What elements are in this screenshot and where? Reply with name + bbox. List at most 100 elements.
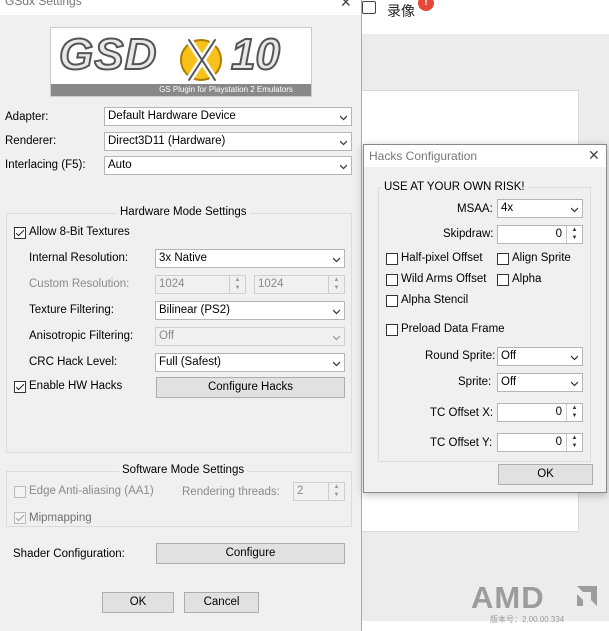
wild-arms-offset-checkbox[interactable] [386, 274, 398, 286]
crc-hack-select[interactable]: Full (Safest) [155, 353, 345, 372]
edge-aa-checkbox[interactable] [14, 486, 26, 498]
sprite-label: Sprite: [458, 376, 492, 388]
alpha-checkbox[interactable] [497, 274, 509, 286]
allow-8bit-label[interactable]: Allow 8-Bit Textures [29, 226, 130, 238]
spin-down-icon[interactable]: ▼ [567, 412, 582, 420]
logo-version-text: 10 [230, 29, 281, 80]
logo-x-icon [180, 36, 222, 84]
chevron-down-icon [333, 361, 340, 367]
alpha-label[interactable]: Alpha [512, 273, 541, 285]
record-icon[interactable] [362, 1, 376, 14]
cancel-button[interactable]: Cancel [184, 592, 259, 613]
spinner-buttons[interactable]: ▲ ▼ [566, 404, 582, 421]
rendering-threads-spinner[interactable]: 2 ▲ ▼ [293, 482, 345, 501]
custom-resolution-label: Custom Resolution: [29, 278, 130, 290]
tc-offset-x-label: TC Offset X: [430, 407, 494, 419]
rendering-threads-label: Rendering threads: [182, 486, 280, 498]
close-icon[interactable]: ✕ [340, 0, 352, 11]
skipdraw-label: Skipdraw: [443, 228, 494, 240]
wild-arms-offset-label[interactable]: Wild Arms Offset [401, 273, 486, 285]
preload-data-frame-label[interactable]: Preload Data Frame [401, 323, 505, 335]
texture-filtering-label: Texture Filtering: [29, 304, 115, 316]
spin-up-icon[interactable]: ▲ [567, 226, 582, 234]
gsdx-window-title: GSdx Settings [5, 0, 82, 8]
configure-shader-button[interactable]: Configure [156, 543, 345, 564]
texture-filtering-value: Bilinear (PS2) [159, 304, 230, 316]
adapter-select[interactable]: Default Hardware Device [104, 107, 352, 126]
logo-gsd-text: GSD [58, 29, 158, 80]
align-sprite-checkbox[interactable] [497, 253, 509, 265]
tc-offset-x-spinner[interactable]: 0 ▲ ▼ [497, 403, 583, 422]
tc-offset-x-value: 0 [555, 406, 562, 418]
round-sprite-select[interactable]: Off [497, 347, 583, 366]
edge-aa-label[interactable]: Edge Anti-aliasing (AA1) [29, 485, 154, 497]
spin-down-icon[interactable]: ▼ [567, 442, 582, 450]
tc-offset-y-value: 0 [555, 436, 562, 448]
tc-offset-y-spinner[interactable]: 0 ▲ ▼ [497, 433, 583, 452]
close-icon[interactable]: ✕ [588, 147, 600, 164]
configure-hacks-button[interactable]: Configure Hacks [156, 377, 345, 398]
msaa-select[interactable]: 4x [497, 199, 583, 218]
spinner-buttons[interactable]: ▲ ▼ [566, 226, 582, 243]
spin-up-icon[interactable]: ▲ [567, 404, 582, 412]
shader-configuration-label: Shader Configuration: [13, 548, 125, 560]
spinner-buttons[interactable]: ▲ ▼ [566, 434, 582, 451]
alpha-stencil-checkbox[interactable] [386, 295, 398, 307]
spinner-buttons[interactable]: ▲ ▼ [328, 276, 344, 293]
align-sprite-label[interactable]: Align Sprite [512, 252, 571, 264]
spin-down-icon[interactable]: ▼ [230, 284, 245, 292]
chevron-down-icon [571, 207, 578, 213]
anisotropic-select[interactable]: Off [155, 327, 345, 346]
renderer-select[interactable]: Direct3D11 (Hardware) [104, 132, 352, 151]
tc-offset-y-label: TC Offset Y: [430, 437, 493, 449]
custom-resolution-width-spinner[interactable]: 1024 ▲ ▼ [155, 275, 246, 294]
internal-resolution-value: 3x Native [159, 252, 207, 264]
round-sprite-label: Round Sprite: [425, 350, 496, 362]
crc-hack-label: CRC Hack Level: [29, 356, 118, 368]
chevron-down-icon [340, 140, 347, 146]
spin-up-icon[interactable]: ▲ [329, 276, 344, 284]
interlacing-value: Auto [108, 159, 132, 171]
internal-resolution-select[interactable]: 3x Native [155, 249, 345, 268]
enable-hw-hacks-label[interactable]: Enable HW Hacks [29, 380, 122, 392]
sprite-select[interactable]: Off [497, 373, 583, 392]
hardware-mode-title: Hardware Mode Settings [117, 206, 250, 218]
half-pixel-offset-label[interactable]: Half-pixel Offset [401, 252, 483, 264]
chevron-down-icon [340, 115, 347, 121]
mipmapping-checkbox[interactable] [14, 512, 26, 524]
chevron-down-icon [571, 355, 578, 361]
texture-filtering-select[interactable]: Bilinear (PS2) [155, 301, 345, 320]
preload-data-frame-checkbox[interactable] [386, 324, 398, 336]
record-label[interactable]: 录像 [387, 1, 415, 21]
ok-button[interactable]: OK [102, 592, 174, 613]
round-sprite-value: Off [501, 350, 517, 362]
spin-down-icon[interactable]: ▼ [329, 491, 344, 499]
half-pixel-offset-checkbox[interactable] [386, 253, 398, 265]
spin-up-icon[interactable]: ▲ [230, 276, 245, 284]
spin-down-icon[interactable]: ▼ [329, 284, 344, 292]
spin-up-icon[interactable]: ▲ [329, 483, 344, 491]
chevron-down-icon [571, 381, 578, 387]
msaa-label: MSAA: [457, 203, 493, 215]
hacks-ok-button[interactable]: OK [498, 464, 593, 485]
mipmapping-label[interactable]: Mipmapping [29, 512, 92, 524]
custom-height-value: 1024 [258, 278, 284, 290]
allow-8bit-checkbox[interactable] [14, 227, 26, 239]
spin-down-icon[interactable]: ▼ [567, 234, 582, 242]
internal-resolution-label: Internal Resolution: [29, 252, 129, 264]
amd-logo: AMD [471, 580, 545, 615]
version-text: 版本号：2.00.00.334 [490, 615, 565, 624]
alpha-stencil-label[interactable]: Alpha Stencil [401, 294, 468, 306]
skipdraw-spinner[interactable]: 0 ▲ ▼ [497, 225, 583, 244]
custom-width-value: 1024 [159, 278, 185, 290]
enable-hw-hacks-checkbox[interactable] [14, 381, 26, 393]
logo-subtitle-text: GS Plugin for Playstation 2 Emulators [159, 85, 293, 94]
renderer-value: Direct3D11 (Hardware) [108, 135, 226, 147]
skipdraw-value: 0 [555, 228, 562, 240]
spinner-buttons[interactable]: ▲ ▼ [328, 483, 344, 500]
interlacing-select[interactable]: Auto [104, 156, 352, 175]
custom-resolution-height-spinner[interactable]: 1024 ▲ ▼ [254, 275, 345, 294]
spin-up-icon[interactable]: ▲ [567, 434, 582, 442]
renderer-label: Renderer: [5, 135, 57, 147]
spinner-buttons[interactable]: ▲ ▼ [229, 276, 245, 293]
